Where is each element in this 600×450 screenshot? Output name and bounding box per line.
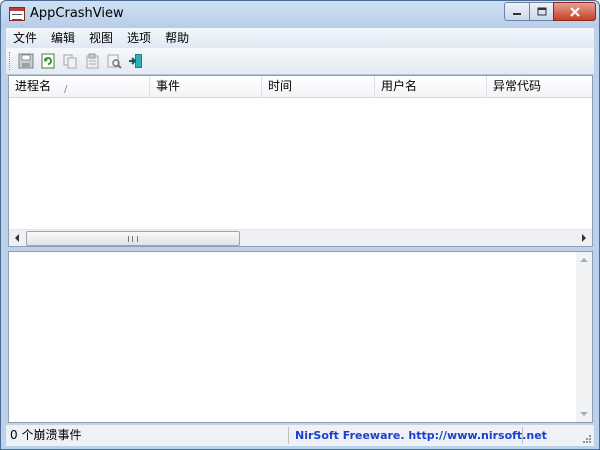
copy-icon [63, 54, 77, 69]
copy-button[interactable] [61, 52, 79, 70]
arrow-down-icon [580, 412, 588, 416]
status-divider [522, 427, 523, 444]
status-divider [288, 427, 289, 444]
arrow-right-icon [582, 234, 586, 242]
menu-file[interactable]: 文件 [6, 28, 44, 48]
toolbar-grip[interactable] [9, 52, 13, 70]
arrow-up-icon [580, 258, 588, 262]
grip-icon [128, 235, 138, 242]
scroll-up-button[interactable] [576, 252, 592, 268]
horizontal-scrollbar[interactable] [9, 229, 592, 246]
exit-icon [129, 54, 142, 68]
column-event[interactable]: 事件 [150, 76, 262, 97]
minimize-icon [513, 12, 521, 15]
details-pane[interactable] [8, 251, 593, 423]
scrollbar-thumb[interactable] [26, 231, 240, 246]
scroll-down-button[interactable] [576, 406, 592, 422]
find-icon [107, 54, 122, 69]
refresh-button[interactable] [39, 52, 57, 70]
toolbar [6, 48, 594, 75]
exit-button[interactable] [127, 52, 145, 70]
column-exception-code[interactable]: 异常代码 [487, 76, 592, 97]
close-icon [569, 6, 580, 17]
column-process-name[interactable]: 进程名 / [9, 76, 150, 97]
column-username[interactable]: 用户名 [375, 76, 487, 97]
menu-bar: 文件 编辑 视图 选项 帮助 [6, 28, 594, 48]
properties-icon [86, 53, 99, 69]
menu-help[interactable]: 帮助 [158, 28, 196, 48]
list-header: 进程名 / 事件 时间 用户名 异常代码 [9, 76, 592, 98]
maximize-button[interactable] [529, 2, 554, 21]
save-button[interactable] [17, 52, 35, 70]
app-crash-icon [9, 7, 25, 21]
nirsoft-link[interactable]: NirSoft Freeware. http://www.nirsoft.net [295, 425, 547, 446]
find-button[interactable] [105, 52, 123, 70]
close-button[interactable] [553, 2, 596, 21]
menu-options[interactable]: 选项 [120, 28, 158, 48]
save-icon [18, 53, 34, 69]
menu-edit[interactable]: 编辑 [44, 28, 82, 48]
vertical-scrollbar[interactable] [576, 252, 592, 422]
column-time[interactable]: 时间 [262, 76, 375, 97]
arrow-left-icon [15, 234, 19, 242]
scroll-right-button[interactable] [576, 230, 592, 246]
crash-list[interactable]: 进程名 / 事件 时间 用户名 异常代码 [8, 75, 593, 247]
minimize-button[interactable] [504, 2, 530, 21]
window-title: AppCrashView [30, 6, 124, 21]
maximize-icon [537, 7, 546, 16]
scroll-left-button[interactable] [9, 230, 25, 246]
title-bar[interactable]: AppCrashView [1, 1, 599, 28]
status-bar: 0 个崩溃事件 NirSoft Freeware. http://www.nir… [6, 424, 594, 446]
properties-button[interactable] [83, 52, 101, 70]
resize-grip-icon[interactable] [582, 434, 592, 444]
crash-count-status: 0 个崩溃事件 [10, 428, 82, 442]
sort-indicator-icon: / [64, 84, 68, 95]
column-label: 进程名 [15, 79, 52, 93]
refresh-icon [41, 53, 55, 69]
menu-view[interactable]: 视图 [82, 28, 120, 48]
app-window: AppCrashView 文件 编辑 视图 选项 帮助 进程名 / 事件 时间 … [0, 0, 600, 450]
